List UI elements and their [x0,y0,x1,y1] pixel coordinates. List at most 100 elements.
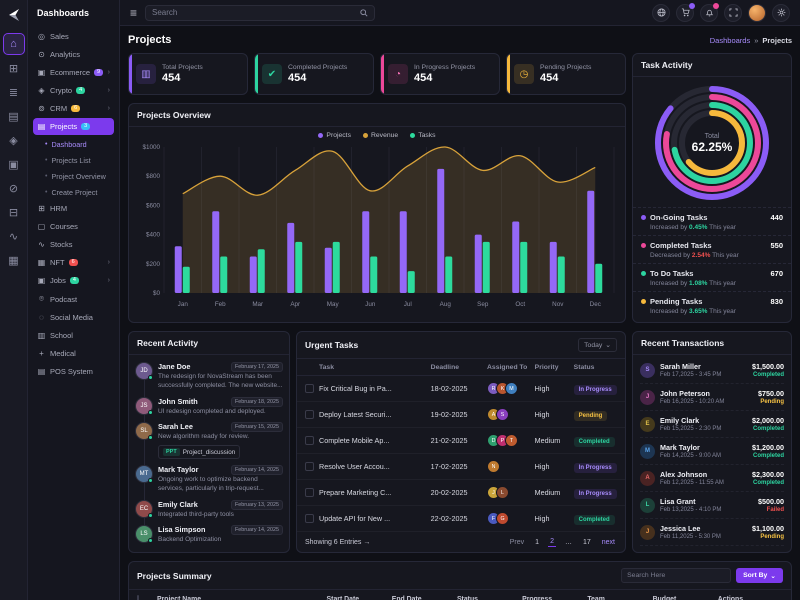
transaction-amount: $2,300.00 [752,470,784,479]
apps-grid-icon[interactable]: ⊞ [4,58,24,78]
page-button[interactable]: 17 [581,538,593,547]
layers-icon[interactable]: ≣ [4,82,24,102]
page-button[interactable]: next [600,538,617,547]
cart-icon[interactable] [676,4,694,22]
nav-item-label: Analytics [50,50,80,59]
legend-item[interactable]: Revenue [363,132,398,139]
transaction-row[interactable]: S Sarah Miller Feb 17,2025 - 3:45 PM $1,… [640,357,784,384]
disc-icon[interactable]: ⊘ [4,178,24,198]
chart-line-icon[interactable]: ∿ [4,226,24,246]
sidebar-item-medical[interactable]: + Medical [33,345,114,362]
sidebar-item-projects[interactable]: ▤ Projects 3 [33,118,114,135]
sidebar-item-hrm[interactable]: ⊞ HRM [33,200,114,217]
sidebar-item-nft[interactable]: ▦ NFT 6 › [33,254,114,271]
task-activity-row[interactable]: Pending Tasks 830 Increased by 3.65% Thi… [633,291,791,319]
today-filter-dropdown[interactable]: Today⌄ [578,338,617,352]
stat-total-projects[interactable]: ▥ Total Projects 454 [128,53,248,95]
activity-item[interactable]: EC Emily Clark February 13, 2025 Integra… [135,497,283,523]
activity-item[interactable]: JD Jane Doe February 17, 2025 The redesi… [135,359,283,394]
legend-dot-icon [410,133,415,138]
table-icon[interactable]: ▦ [4,250,24,270]
svg-text:$1000: $1000 [142,144,160,151]
stat-inprogress-projects[interactable]: ◔ In Progress Projects 454 [380,53,500,95]
home-icon[interactable]: ⌂ [4,34,24,54]
transaction-row[interactable]: M Mark Taylor Feb 14,2025 - 9:00 AM $1,2… [640,438,784,465]
stat-pending-projects[interactable]: ◷ Pending Projects 454 [506,53,626,95]
attachment-chip[interactable]: PPTProject_discussion [158,445,240,459]
table-row[interactable]: Prepare Marketing C... 20-02-2025 JL Med… [297,480,625,506]
row-checkbox[interactable] [305,384,314,393]
stat-completed-projects[interactable]: ✔ Completed Projects 454 [254,53,374,95]
gem-icon[interactable]: ◈ [4,130,24,150]
table-row[interactable]: Update API for New ... 22-02-2025 FG Hig… [297,506,625,532]
table-row[interactable]: Fix Critical Bug in Pa... 18-02-2025 RKM… [297,376,625,402]
breadcrumb-parent[interactable]: Dashboards [710,36,750,45]
arrow-right-icon[interactable]: → [363,539,370,546]
fullscreen-icon[interactable] [724,4,742,22]
table-row[interactable]: Resolve User Accou... 17-02-2025 N High … [297,454,625,480]
wallet-icon[interactable]: ⊟ [4,202,24,222]
projects-overview-chart[interactable]: $0$200$400$600$800$1000JanFebMarAprMayJu… [134,139,620,311]
sidebar-item-pos-system[interactable]: ▤ POS System [33,363,114,380]
activity-item[interactable]: LS Lisa Simpson February 14, 2025 Backen… [135,522,283,548]
sidebar-item-stocks[interactable]: ∿ Stocks [33,236,114,253]
table-row[interactable]: Complete Mobile Ap... 21-02-2025 DPT Med… [297,428,625,454]
sidebar-item-analytics[interactable]: ⊙ Analytics [33,46,114,63]
row-checkbox[interactable] [305,488,314,497]
task-activity-row[interactable]: To Do Tasks 670 Increased by 1.08% This … [633,263,791,291]
sort-by-button[interactable]: Sort By⌄ [736,568,783,583]
sidebar-subitem-project-overview[interactable]: • Project Overview [33,168,114,184]
page-button[interactable]: 2 [548,537,556,547]
task-activity-donut[interactable]: Total 62.25% [650,81,774,205]
app-logo[interactable] [5,6,23,24]
legend-item[interactable]: Tasks [410,132,435,139]
table-row[interactable]: Deploy Latest Securi... 19-02-2025 AS Hi… [297,402,625,428]
transaction-row[interactable]: J John Peterson Feb 16,2025 - 10:20 AM $… [640,384,784,411]
sidebar-item-jobs[interactable]: ▣ Jobs 4 › [33,272,114,289]
sidebar-subitem-projects-list[interactable]: • Projects List [33,152,114,168]
page-button[interactable]: … [563,538,574,547]
settings-gear-icon[interactable] [772,4,790,22]
chevron-down-icon: ⌄ [605,341,611,349]
page-button[interactable]: Prev [508,538,526,547]
task-activity-row[interactable]: On-Going Tasks 440 Increased by 0.45% Th… [633,207,791,235]
transaction-status: Completed [752,480,784,486]
nav-item-label: CRM [50,104,67,113]
search-input[interactable] [152,8,356,17]
activity-item[interactable]: SL Sarah Lee February 15, 2025 New algor… [135,419,283,462]
sidebar-subitem-dashboard[interactable]: • Dashboard [33,136,114,152]
transaction-row[interactable]: E Emily Clark Feb 15,2025 - 2:30 PM $2,0… [640,411,784,438]
select-all-checkbox[interactable] [137,595,139,600]
sidebar-item-courses[interactable]: ▢ Courses [33,218,114,235]
sidebar-item-school[interactable]: ▥ School [33,327,114,344]
activity-item[interactable]: MT Mark Taylor February 14, 2025 Ongoing… [135,462,283,497]
language-globe-icon[interactable] [652,4,670,22]
transaction-row[interactable]: L Lisa Grant Feb 13,2025 - 4:10 PM $500.… [640,492,784,519]
sidebar-item-social-media[interactable]: ◌ Social Media [33,309,114,326]
row-checkbox[interactable] [305,436,314,445]
transaction-row[interactable]: A Alex Johnson Feb 12,2025 - 11:55 AM $2… [640,465,784,492]
file-icon[interactable]: ▤ [4,106,24,126]
notifications-bell-icon[interactable] [700,4,718,22]
sidebar-item-sales[interactable]: ◎ Sales [33,28,114,45]
row-checkbox[interactable] [305,462,314,471]
user-avatar[interactable] [748,4,766,22]
activity-item[interactable]: JS John Smith February 18, 2025 UI redes… [135,394,283,420]
legend-item[interactable]: Projects [318,132,351,139]
page-button[interactable]: 1 [533,538,541,547]
sidebar-item-crm[interactable]: ⊚ CRM 6 › [33,100,114,117]
row-checkbox[interactable] [305,514,314,523]
transaction-status: Completed [752,453,784,459]
sidebar-item-crypto[interactable]: ◈ Crypto 4 › [33,82,114,99]
sidebar-subitem-create-project[interactable]: • Create Project [33,184,114,200]
page-content: Projects Dashboards » Projects ▥ [120,26,800,600]
task-activity-row[interactable]: Completed Tasks 550 Decreased by 2.54% T… [633,235,791,263]
menu-icon[interactable]: ≡ [130,6,137,20]
donut-center-value: 62.25% [692,140,733,154]
sidebar-item-ecommerce[interactable]: ▣ Ecommerce 9 › [33,64,114,81]
sidebar-item-podcast[interactable]: ⌾ Podcast [33,290,114,308]
summary-search-input[interactable] [621,568,731,583]
transaction-row[interactable]: J Jessica Lee Feb 11,2025 - 5:30 PM $1,1… [640,519,784,546]
row-checkbox[interactable] [305,410,314,419]
gift-icon[interactable]: ▣ [4,154,24,174]
